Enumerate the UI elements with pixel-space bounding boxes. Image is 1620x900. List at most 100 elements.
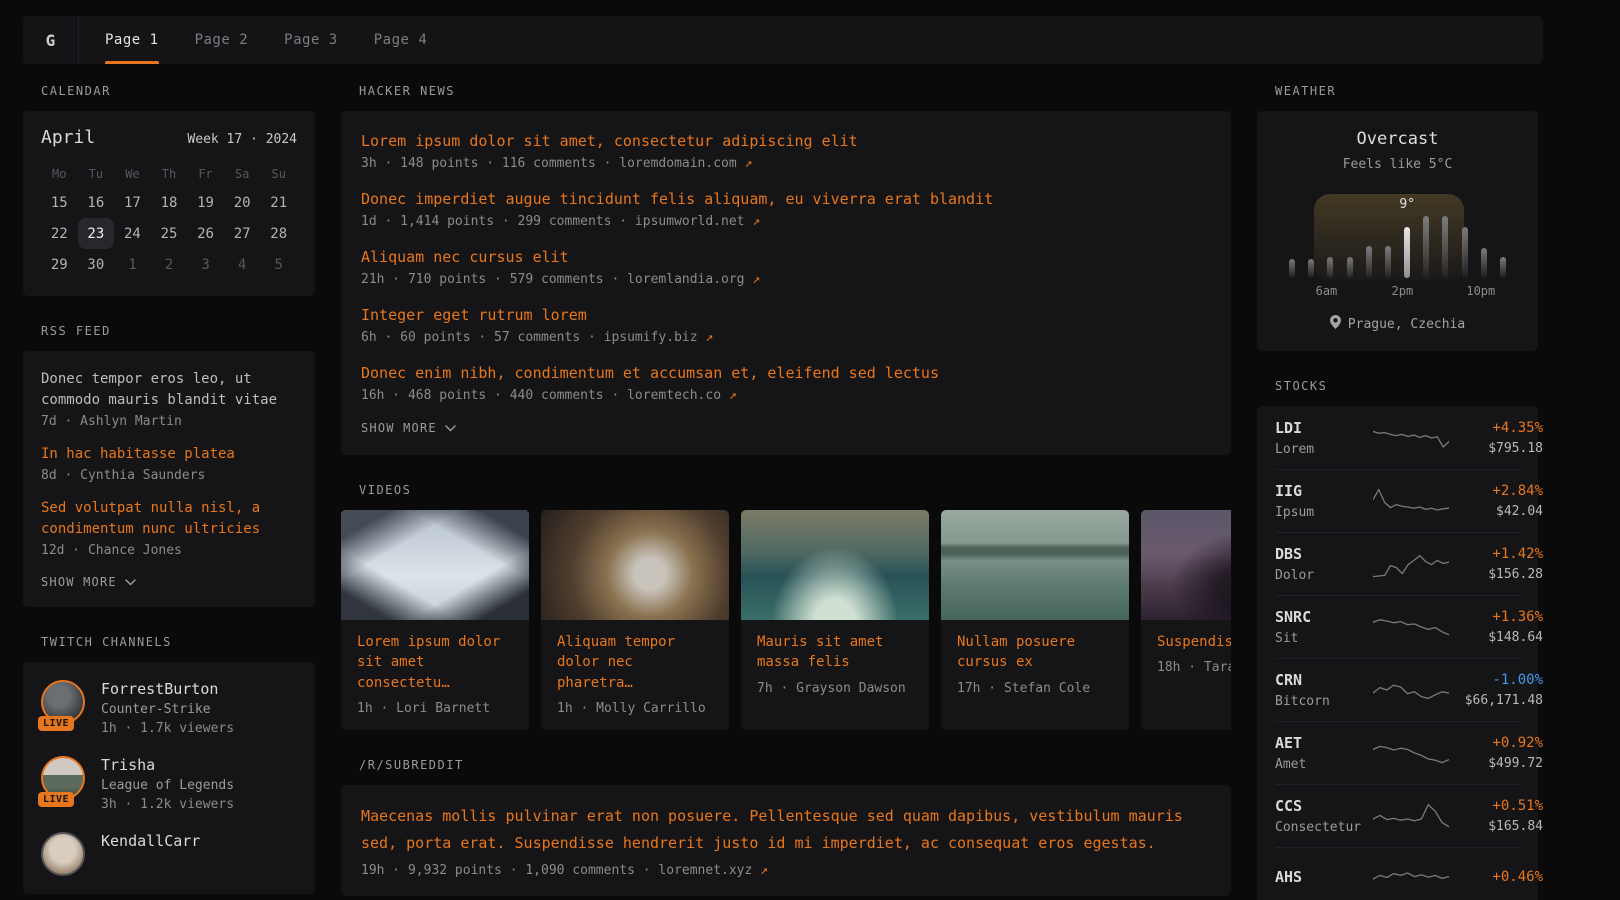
stock-row-aet: AET Amet +0.92% $499.72 (1275, 721, 1520, 784)
twitch-channel-forrestburton[interactable]: LIVE ForrestBurton Counter-Strike 1h · 1… (41, 680, 297, 736)
channel-info: KendallCarr (101, 832, 200, 876)
rss-item: In hac habitasse platea 8d · Cynthia Sau… (41, 444, 297, 483)
stock-values: +4.35% $795.18 (1449, 420, 1543, 456)
hn-item-title[interactable]: Lorem ipsum dolor sit amet, consectetur … (361, 132, 858, 150)
hn-item: Donec enim nibh, condimentum et accumsan… (361, 363, 1211, 403)
hn-item-title[interactable]: Donec enim nibh, condimentum et accumsan… (361, 364, 939, 382)
app-logo[interactable]: G (23, 16, 79, 64)
tab-page-4[interactable]: Page 4 (374, 16, 428, 64)
video-card[interactable]: Mauris sit amet massa felis 7h · Grayson… (741, 510, 929, 730)
subreddit-meta-text: 19h · 9,932 points · 1,090 comments · lo… (361, 863, 752, 878)
calendar-day: 16 (78, 187, 115, 218)
tab-page-2[interactable]: Page 2 (195, 16, 249, 64)
external-link-icon: ↗ (752, 272, 760, 287)
hn-item: Aliquam nec cursus elit 21h · 710 points… (361, 247, 1211, 287)
calendar-day-next-month: 1 (114, 249, 151, 280)
calendar-day-grid: 15 16 17 18 19 20 21 22 23 24 25 26 27 2… (41, 187, 297, 280)
calendar-day: 20 (224, 187, 261, 218)
stock-row-iig: IIG Ipsum +2.84% $42.04 (1275, 469, 1520, 532)
external-link-icon: ↗ (705, 330, 713, 345)
rss-widget: Donec tempor eros leo, ut commodo mauris… (23, 351, 315, 607)
rss-item: Donec tempor eros leo, ut commodo mauris… (41, 369, 297, 429)
live-badge: LIVE (38, 792, 74, 807)
stocks-section-label: STOCKS (1275, 379, 1538, 393)
external-link-icon: ↗ (745, 156, 753, 171)
hn-item-title[interactable]: Donec imperdiet augue tincidunt felis al… (361, 190, 993, 208)
stock-sparkline (1373, 607, 1449, 647)
video-card[interactable]: Suspendisse diam 18h · Tara (1141, 510, 1231, 730)
subreddit-post-title[interactable]: Maecenas mollis pulvinar erat non posuer… (361, 807, 1183, 852)
stock-sparkline (1373, 481, 1449, 521)
hackernews-widget: Lorem ipsum dolor sit amet, consectetur … (341, 111, 1231, 455)
hn-item-title[interactable]: Aliquam nec cursus elit (361, 248, 569, 266)
hn-item-title[interactable]: Integer eget rutrum lorem (361, 306, 587, 324)
calendar-day: 15 (41, 187, 78, 218)
rss-section-label: RSS FEED (41, 324, 315, 338)
channel-info: ForrestBurton Counter-Strike 1h · 1.7k v… (101, 680, 234, 736)
hour-label: 2pm (1392, 284, 1414, 298)
weekday-label: Th (151, 167, 188, 181)
stock-change: +2.84% (1449, 483, 1543, 499)
stock-sparkline (1373, 733, 1449, 773)
stock-row-ldi: LDI Lorem +4.35% $795.18 (1275, 407, 1520, 469)
stock-name: Sit (1275, 631, 1373, 646)
calendar-weekday-row: Mo Tu We Th Fr Sa Su (41, 167, 297, 181)
calendar-day: 27 (224, 218, 261, 249)
stock-sparkline (1373, 418, 1449, 458)
twitch-channel-trisha[interactable]: LIVE Trisha League of Legends 3h · 1.2k … (41, 756, 297, 812)
calendar-day: 22 (41, 218, 78, 249)
calendar-day: 21 (260, 187, 297, 218)
twitch-channel-kendallcarr[interactable]: KendallCarr (41, 832, 297, 876)
tab-page-3[interactable]: Page 3 (284, 16, 338, 64)
stock-row-crn: CRN Bitcorn -1.00% $66,171.48 (1275, 658, 1520, 721)
weekday-label: Tu (78, 167, 115, 181)
video-meta: 7h · Grayson Dawson (741, 673, 929, 710)
chevron-down-icon (125, 575, 136, 589)
weekday-label: Fr (187, 167, 224, 181)
video-title: Lorem ipsum dolor sit amet consectetu… (341, 620, 529, 693)
hn-item-meta: 6h · 60 points · 57 comments · ipsumify.… (361, 330, 1211, 345)
rss-item-meta: 12d · Chance Jones (41, 543, 297, 558)
subreddit-post-meta: 19h · 9,932 points · 1,090 comments · lo… (361, 863, 1211, 878)
stock-values: +0.92% $499.72 (1449, 735, 1543, 771)
rss-show-more-button[interactable]: SHOW MORE (41, 575, 297, 589)
tab-page-1[interactable]: Page 1 (105, 16, 159, 64)
stock-values: +2.84% $42.04 (1449, 483, 1543, 519)
stock-info: IIG Ipsum (1275, 482, 1373, 520)
rss-item-title[interactable]: Donec tempor eros leo, ut commodo mauris… (41, 369, 297, 411)
weather-bar (1442, 216, 1448, 278)
hour-label: 10pm (1466, 284, 1495, 298)
weather-bar (1462, 227, 1468, 278)
glance-dashboard: G Page 1 Page 2 Page 3 Page 4 CALENDAR A… (23, 16, 1543, 900)
stock-name: Consectetur (1275, 820, 1373, 835)
rss-item-title[interactable]: In hac habitasse platea (41, 444, 297, 465)
live-badge: LIVE (38, 716, 74, 731)
video-title: Suspendisse diam (1141, 620, 1231, 652)
video-thumbnail (341, 510, 529, 620)
hn-item-meta: 16h · 468 points · 440 comments · loremt… (361, 388, 1211, 403)
weather-bar (1385, 246, 1391, 278)
stock-name: Lorem (1275, 442, 1373, 457)
video-title: Nullam posuere cursus ex (941, 620, 1129, 673)
stock-symbol: CRN (1275, 671, 1373, 689)
stock-row-ahs: AHS +0.46% (1275, 847, 1520, 900)
twitch-widget: LIVE ForrestBurton Counter-Strike 1h · 1… (23, 662, 315, 894)
weather-bar (1289, 259, 1295, 278)
external-link-icon: ↗ (729, 388, 737, 403)
rss-item-meta: 8d · Cynthia Saunders (41, 468, 297, 483)
video-card[interactable]: Nullam posuere cursus ex 17h · Stefan Co… (941, 510, 1129, 730)
video-title: Mauris sit amet massa felis (741, 620, 929, 673)
stock-name: Dolor (1275, 568, 1373, 583)
middle-column: HACKER NEWS Lorem ipsum dolor sit amet, … (341, 64, 1231, 900)
stock-values: +1.42% $156.28 (1449, 546, 1543, 582)
video-meta: 17h · Stefan Cole (941, 673, 1129, 710)
video-card[interactable]: Aliquam tempor dolor nec pharetra… 1h · … (541, 510, 729, 730)
videos-section-label: VIDEOS (359, 483, 1231, 497)
calendar-section-label: CALENDAR (41, 84, 315, 98)
stock-price: $42.04 (1449, 504, 1543, 519)
hn-show-more-button[interactable]: SHOW MORE (361, 421, 1211, 435)
weather-section-label: WEATHER (1275, 84, 1538, 98)
rss-item-title[interactable]: Sed volutpat nulla nisl, a condimentum n… (41, 498, 297, 540)
hn-item: Donec imperdiet augue tincidunt felis al… (361, 189, 1211, 229)
video-card[interactable]: Lorem ipsum dolor sit amet consectetu… 1… (341, 510, 529, 730)
